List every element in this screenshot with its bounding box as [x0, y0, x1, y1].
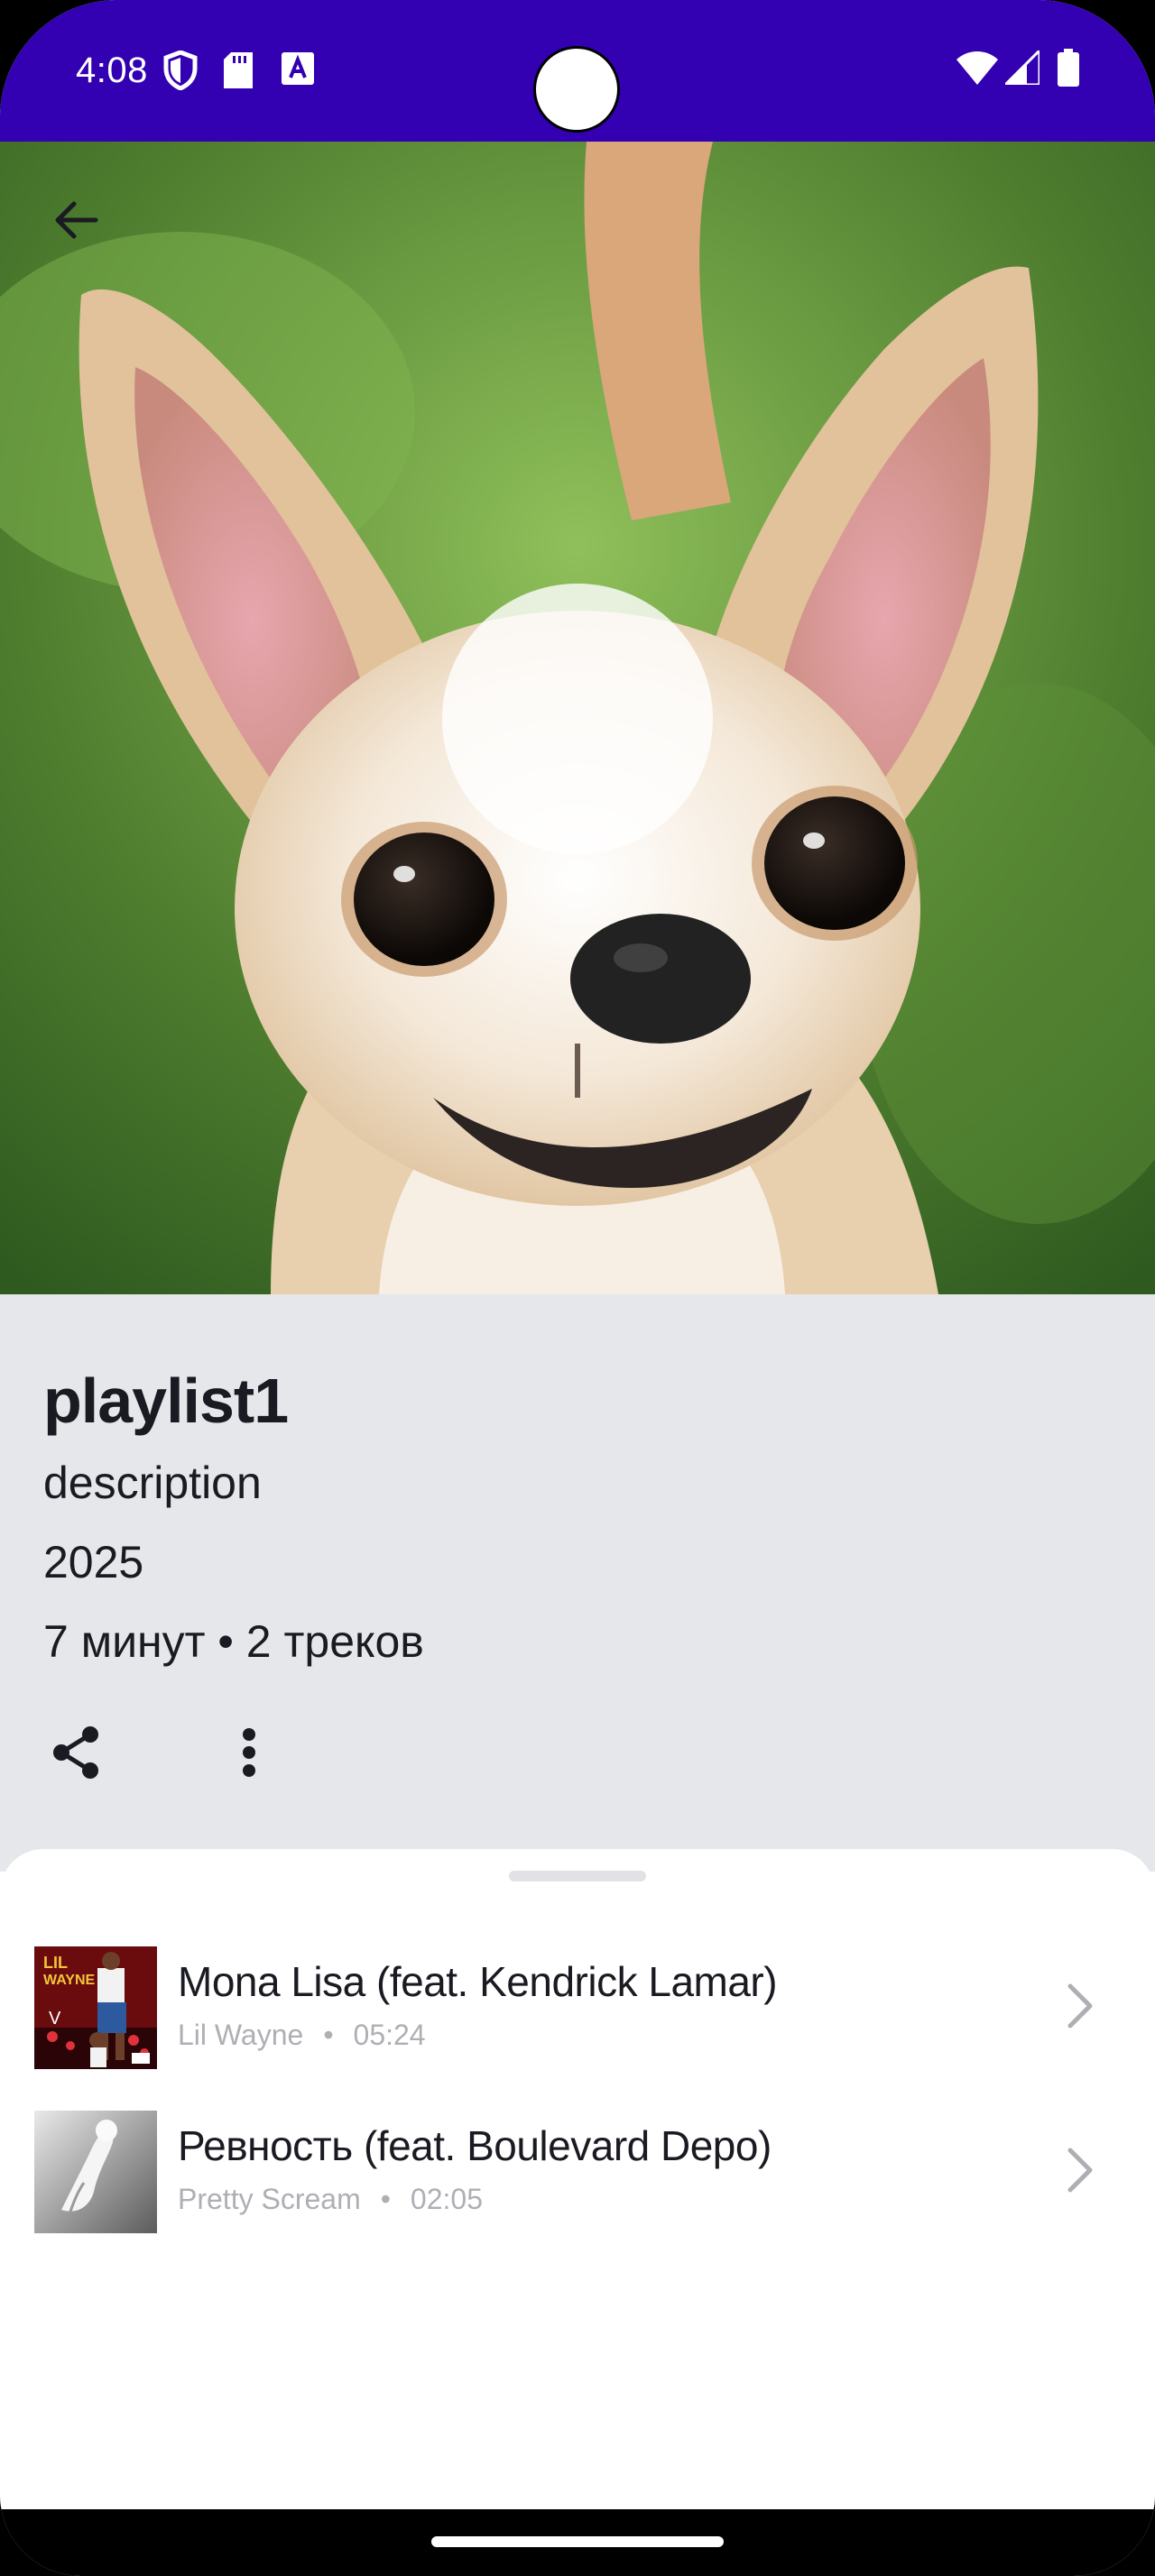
- cellular-icon: [1002, 47, 1041, 89]
- playlist-cover-image: [0, 142, 1155, 1294]
- sd-card-icon: [224, 52, 253, 93]
- font-a-icon: [282, 52, 314, 89]
- status-bar: 4:08: [0, 0, 1155, 142]
- track-artist: Pretty Scream: [178, 2183, 361, 2215]
- album-cover-grey: [34, 2111, 157, 2233]
- playlist-duration-count: 7 минут • 2 треков: [43, 1616, 424, 1667]
- sheet-drag-handle[interactable]: [509, 1871, 646, 1881]
- track-row[interactable]: Ревность (feat. Boulevard Depo) Pretty S…: [0, 2096, 1155, 2240]
- chevron-right-icon: [1067, 1983, 1093, 2029]
- track-cover: [34, 2111, 157, 2233]
- shield-icon: [162, 50, 199, 95]
- more-vert-icon: [243, 1728, 255, 1777]
- album-cover-lil-wayne: LIL WAYNE V: [34, 1946, 157, 2069]
- svg-text:V: V: [49, 2009, 61, 2029]
- playlist-info-panel: playlist1 description 2025 7 минут • 2 т…: [0, 1294, 1155, 1872]
- track-title: Mona Lisa (feat. Kendrick Lamar): [178, 1958, 778, 2005]
- chihuahua-photo: [0, 142, 1155, 1294]
- playlist-year: 2025: [43, 1537, 144, 1587]
- track-row[interactable]: LIL WAYNE V Mona Lisa (feat. Kendrick La…: [0, 1932, 1155, 2076]
- home-gesture-handle[interactable]: [431, 2536, 724, 2547]
- status-time: 4:08: [76, 51, 148, 90]
- share-icon: [53, 1726, 98, 1779]
- separator-dot: •: [323, 2019, 334, 2051]
- playlist-description: description: [43, 1458, 262, 1508]
- battery-icon: [1058, 49, 1079, 91]
- chevron-right-icon: [1067, 2148, 1093, 2193]
- track-cover: LIL WAYNE V: [34, 1946, 157, 2069]
- back-button[interactable]: [36, 180, 116, 260]
- track-title: Ревность (feat. Boulevard Depo): [178, 2122, 772, 2169]
- svg-text:LIL: LIL: [43, 1954, 68, 1972]
- track-duration: 05:24: [353, 2019, 426, 2051]
- track-subtitle: Lil Wayne • 05:24: [178, 2019, 426, 2052]
- arrow-back-icon: [55, 201, 98, 239]
- track-artist: Lil Wayne: [178, 2019, 304, 2051]
- svg-text:WAYNE: WAYNE: [43, 1973, 96, 1988]
- camera-cutout: [533, 46, 620, 133]
- share-button[interactable]: [42, 1718, 110, 1787]
- tracks-bottom-sheet: LIL WAYNE V Mona Lisa (feat. Kendrick La…: [0, 1849, 1155, 2507]
- track-duration: 02:05: [410, 2183, 483, 2215]
- navigation-bar: [0, 2509, 1155, 2576]
- track-subtitle: Pretty Scream • 02:05: [178, 2183, 483, 2216]
- more-options-button[interactable]: [215, 1718, 283, 1787]
- playlist-title: playlist1: [43, 1366, 289, 1436]
- separator-dot: •: [380, 2183, 391, 2215]
- wifi-icon: [956, 51, 998, 89]
- phone-screen: 4:08 playlist1 description 2025 7 минут …: [0, 0, 1155, 2576]
